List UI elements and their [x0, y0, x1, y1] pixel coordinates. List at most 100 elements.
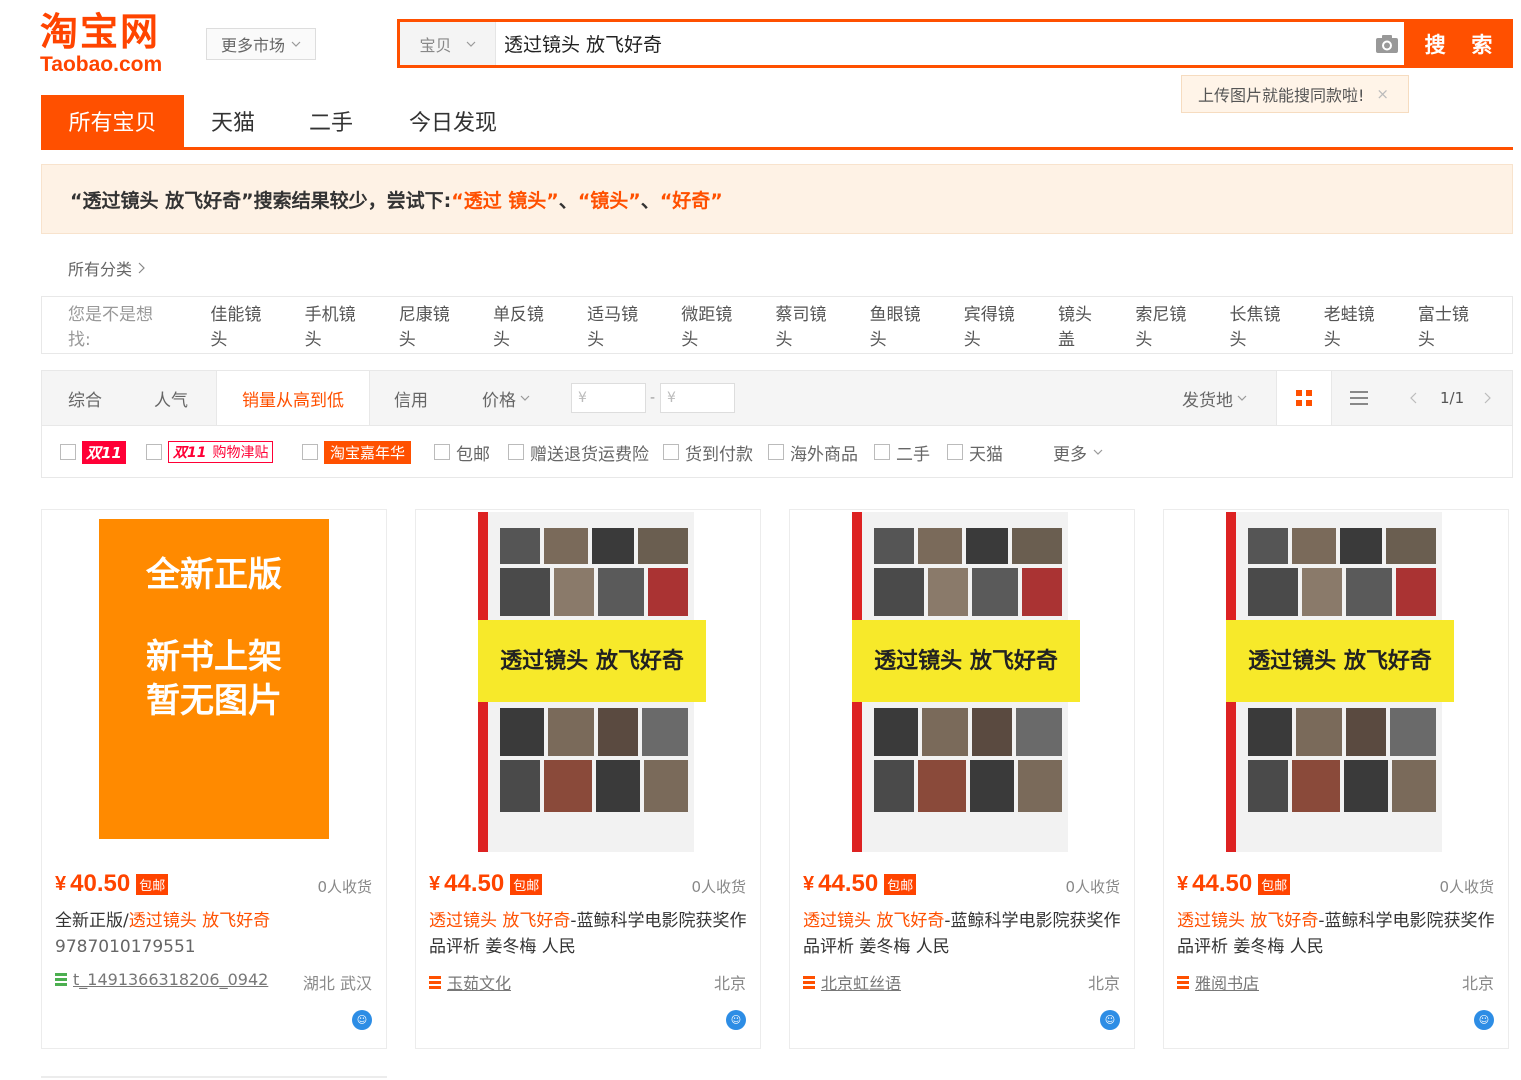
- shop-name: 玉茹文化: [447, 974, 512, 993]
- product-title[interactable]: 全新正版/透过镜头 放飞好奇 9787010179551: [55, 908, 375, 960]
- related-item[interactable]: 佳能镜头: [210, 300, 277, 350]
- related-item[interactable]: 蔡司镜头: [775, 300, 842, 350]
- filter-label: 赠送退货运费险: [530, 444, 649, 465]
- sort-popularity[interactable]: 人气: [154, 371, 188, 425]
- product-card[interactable]: 透过镜头 放飞好奇 ¥44.50 包邮 0人收货 透过镜头 放飞好奇-蓝鲸科学电影…: [415, 509, 761, 1049]
- price-max-input[interactable]: ¥: [660, 383, 735, 413]
- shop-link[interactable]: 北京虹丝语: [803, 970, 901, 994]
- related-item[interactable]: 鱼眼镜头: [870, 300, 937, 350]
- product-card[interactable]: 全新正版 新书上架 暂无图片 ¥40.50 包邮 0人收货 全新正版/透过镜头 放…: [41, 509, 387, 1049]
- related-item[interactable]: 索尼镜头: [1135, 300, 1202, 350]
- location: 北京: [713, 974, 746, 993]
- checkbox[interactable]: [60, 444, 76, 460]
- tab-all-items[interactable]: 所有宝贝: [41, 95, 184, 147]
- product-price: ¥44.50 包邮: [429, 870, 543, 898]
- free-shipping-badge: 包邮: [136, 873, 169, 895]
- product-title[interactable]: 透过镜头 放飞好奇-蓝鲸科学电影院获奖作品评析 姜冬梅 人民: [803, 908, 1123, 960]
- related-item[interactable]: 老蛙镜头: [1324, 300, 1391, 350]
- filter-tmall[interactable]: 天猫: [947, 426, 1003, 478]
- filter-label: 货到付款: [685, 444, 753, 465]
- shop-link[interactable]: 雅阅书店: [1177, 970, 1259, 994]
- suggestion-link[interactable]: “镜头”: [578, 186, 641, 213]
- related-item[interactable]: 富士镜头: [1418, 300, 1485, 350]
- chevron-right-icon: [138, 262, 145, 274]
- related-item[interactable]: 尼康镜头: [399, 300, 466, 350]
- chevron-right-icon[interactable]: [1484, 371, 1491, 425]
- filter-return-insurance[interactable]: 赠送退货运费险: [508, 426, 649, 478]
- camera-icon[interactable]: [1367, 22, 1407, 65]
- related-item[interactable]: 长焦镜头: [1230, 300, 1297, 350]
- filter-overseas[interactable]: 海外商品: [768, 426, 858, 478]
- checkbox[interactable]: [508, 444, 524, 460]
- chevron-down-icon: [1237, 395, 1247, 401]
- related-item[interactable]: 单反镜头: [493, 300, 560, 350]
- all-categories-link[interactable]: 所有分类: [68, 256, 145, 280]
- filter-free-shipping[interactable]: 包邮: [434, 426, 490, 478]
- product-image[interactable]: 透过镜头 放飞好奇: [416, 510, 760, 855]
- tab-tmall[interactable]: 天猫: [184, 95, 282, 147]
- related-item[interactable]: 适马镜头: [587, 300, 654, 350]
- related-item[interactable]: 镜头盖: [1058, 300, 1108, 350]
- taobao-logo[interactable]: 淘宝网 Taobao.com: [40, 10, 190, 76]
- checkbox[interactable]: [874, 444, 890, 460]
- related-item[interactable]: 微距镜头: [681, 300, 748, 350]
- related-searches: 您是不是想找: 佳能镜头 手机镜头 尼康镜头 单反镜头 适马镜头 微距镜头 蔡司…: [41, 296, 1513, 354]
- filter-double11[interactable]: 双11: [60, 426, 126, 478]
- checkbox[interactable]: [146, 444, 162, 460]
- sort-sales-desc[interactable]: 销量从高到低: [216, 371, 370, 425]
- price-min-input[interactable]: ¥: [571, 383, 646, 413]
- list-view-icon[interactable]: [1350, 371, 1368, 425]
- checkbox[interactable]: [768, 444, 784, 460]
- wangwang-icon[interactable]: ☺: [1100, 1010, 1120, 1030]
- shop-link[interactable]: 玉茹文化: [429, 970, 511, 994]
- sold-count: 0人收货: [1065, 878, 1120, 896]
- cover-line: 暂无图片: [146, 681, 282, 721]
- tab-second-hand[interactable]: 二手: [282, 95, 380, 147]
- filter-cod[interactable]: 货到付款: [663, 426, 753, 478]
- price-value: 44.50: [1192, 870, 1253, 897]
- all-categories-label: 所有分类: [68, 260, 133, 279]
- search-button[interactable]: 搜 索: [1404, 19, 1513, 68]
- suggestion-link[interactable]: “透过 镜头”: [451, 186, 559, 213]
- product-card[interactable]: 透过镜头 放飞好奇 ¥44.50 包邮 0人收货 透过镜头 放飞好奇-蓝鲸科学电影…: [1163, 509, 1509, 1049]
- product-image[interactable]: 全新正版 新书上架 暂无图片: [42, 510, 386, 855]
- tab-today-discover[interactable]: 今日发现: [380, 95, 526, 147]
- filter-shopping-allowance[interactable]: 双11 购物津贴: [146, 426, 274, 478]
- shop-name: 雅阅书店: [1195, 974, 1260, 993]
- shop-link[interactable]: t_1491366318206_0942: [55, 970, 268, 989]
- filter-second-hand[interactable]: 二手: [874, 426, 930, 478]
- chevron-left-icon[interactable]: [1410, 371, 1417, 425]
- ship-from-select[interactable]: 发货地: [1182, 371, 1247, 425]
- checkbox[interactable]: [663, 444, 679, 460]
- shop-name: t_1491366318206_0942: [73, 970, 269, 989]
- title-highlight: 透过镜头 放飞好奇: [803, 911, 945, 931]
- search-input[interactable]: [496, 22, 1367, 65]
- wangwang-icon[interactable]: ☺: [1474, 1010, 1494, 1030]
- wangwang-icon[interactable]: ☺: [352, 1010, 372, 1030]
- filter-carnival[interactable]: 淘宝嘉年华: [302, 426, 412, 478]
- product-image[interactable]: 透过镜头 放飞好奇: [790, 510, 1134, 855]
- book-title: 透过镜头 放飞好奇: [500, 648, 684, 674]
- ship-from-label: 发货地: [1182, 390, 1233, 411]
- separator: 、: [558, 189, 578, 212]
- related-item[interactable]: 宾得镜头: [964, 300, 1031, 350]
- search-category-select[interactable]: 宝贝: [400, 22, 496, 65]
- related-item[interactable]: 手机镜头: [305, 300, 372, 350]
- suggestion-link[interactable]: “好奇”: [660, 186, 723, 213]
- product-card[interactable]: 透过镜头 放飞好奇 ¥44.50 包邮 0人收货 透过镜头 放飞好奇-蓝鲸科学电影…: [789, 509, 1135, 1049]
- filter-more[interactable]: 更多: [1053, 426, 1103, 478]
- checkbox[interactable]: [302, 444, 318, 460]
- product-title[interactable]: 透过镜头 放飞好奇-蓝鲸科学电影院获奖作品评析 姜冬梅 人民: [429, 908, 749, 960]
- filter-label: 二手: [896, 444, 930, 465]
- shop-name: 北京虹丝语: [821, 974, 902, 993]
- checkbox[interactable]: [947, 444, 963, 460]
- product-image[interactable]: 透过镜头 放飞好奇: [1164, 510, 1508, 855]
- wangwang-icon[interactable]: ☺: [726, 1010, 746, 1030]
- sort-credit[interactable]: 信用: [394, 371, 428, 425]
- more-markets-button[interactable]: 更多市场: [206, 28, 316, 60]
- sort-price[interactable]: 价格: [482, 371, 530, 425]
- grid-view-icon[interactable]: [1276, 371, 1332, 425]
- product-title[interactable]: 透过镜头 放飞好奇-蓝鲸科学电影院获奖作品评析 姜冬梅 人民: [1177, 908, 1497, 960]
- checkbox[interactable]: [434, 444, 450, 460]
- sort-default[interactable]: 综合: [68, 371, 102, 425]
